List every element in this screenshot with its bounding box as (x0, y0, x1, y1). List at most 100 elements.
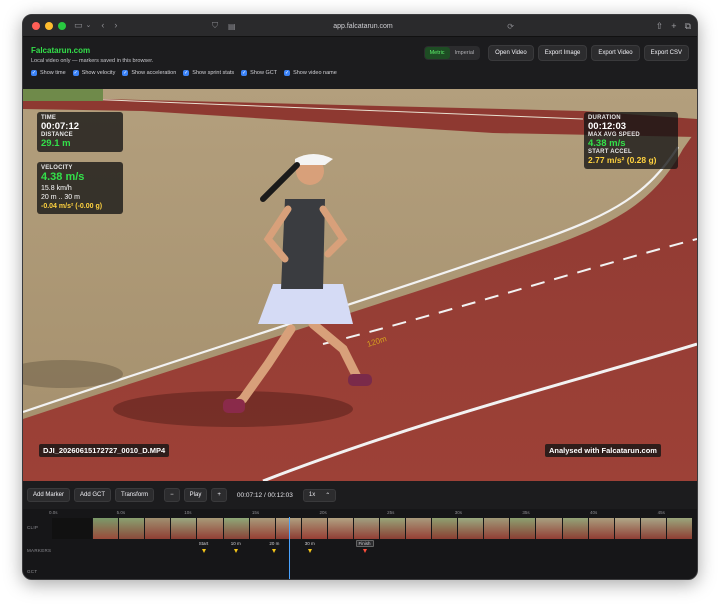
unit-toggle: Metric Imperial (423, 46, 481, 60)
clip-frame (223, 518, 249, 539)
unit-imperial[interactable]: Imperial (450, 47, 480, 59)
minimize-window-button[interactable] (45, 21, 53, 30)
ruler-tick: 40s (589, 510, 598, 515)
clip-frame (301, 518, 327, 539)
marker-label: 30 m (304, 541, 315, 546)
add-marker-button[interactable]: Add Marker (27, 488, 71, 502)
marker-label: 20 m (269, 541, 280, 546)
chevron-down-icon[interactable]: ⌄ (86, 22, 92, 29)
velocity-panel: VELOCITY 4.38 m/s 15.8 km/h 20 m .. 30 m… (37, 162, 123, 214)
marker-pin-icon (201, 549, 206, 553)
reader-icon[interactable]: ▤ (228, 22, 236, 31)
time-distance-panel: TIME 00:07:12 DISTANCE 29.1 m (37, 112, 123, 152)
chevron-left-icon[interactable]: ‹ (101, 21, 104, 30)
reload-icon[interactable]: ⟳ (507, 22, 514, 31)
marker-pin-icon (362, 549, 367, 553)
option-show-time[interactable]: ✓ Show time (31, 70, 66, 76)
play-button[interactable]: Play (183, 488, 208, 502)
clip-frame (145, 518, 171, 539)
clip-frame (52, 518, 93, 539)
clip-frame (249, 518, 275, 539)
marker-label: Start (198, 541, 209, 546)
timeline[interactable]: 0.0s 5.0s 10s 15s 20s 25s 30s 35s 40s 45… (23, 509, 697, 579)
velocity-range: 20 m .. 30 m (41, 194, 80, 201)
checkmark-icon[interactable]: ✓ (31, 70, 37, 76)
export-image-button[interactable]: Export Image (537, 45, 588, 61)
checkmark-icon[interactable]: ✓ (183, 70, 190, 76)
chevron-right-icon[interactable]: › (114, 21, 117, 30)
ruler-tick: 20s (319, 510, 327, 515)
watermark-label: Analysed with Falcatarun.com (545, 444, 661, 457)
unit-metric[interactable]: Metric (424, 47, 450, 59)
option-show-velocity[interactable]: ✓ Show velocity (72, 70, 116, 76)
checkmark-icon[interactable]: ✓ (72, 70, 79, 76)
clip-frame (484, 518, 510, 539)
option-label: Show GCT (250, 70, 278, 76)
clip-frame (197, 518, 223, 539)
marker-pin-icon (307, 549, 312, 553)
marker-pin-icon (233, 549, 238, 553)
option-show-sprint-stats[interactable]: ✓ Show sprint stats (183, 70, 234, 76)
export-csv-button[interactable]: Export CSV (643, 45, 689, 61)
chevron-updown-icon: ⌃ (325, 492, 331, 499)
tabs-overview-icon[interactable]: ⧉ (685, 20, 691, 32)
step-back-button[interactable]: − (164, 488, 180, 502)
max-speed-value: 4.38 m/s (588, 138, 626, 149)
clip-track[interactable] (52, 518, 693, 539)
checkmark-icon[interactable]: ✓ (122, 70, 129, 76)
ruler-tick: 35s (522, 510, 530, 515)
video-name-label: DJI_20260615172727_0010_D.MP4 (39, 444, 170, 457)
overlay-options: ✓ Show time ✓ Show velocity ✓ Show accelera… (31, 70, 337, 76)
close-window-button[interactable] (32, 21, 40, 30)
clip-frame (119, 518, 145, 539)
clip-frame (458, 518, 484, 539)
checkmark-icon[interactable]: ✓ (241, 70, 248, 76)
playhead[interactable] (289, 517, 290, 579)
clip-frame (406, 518, 432, 539)
option-show-video-name[interactable]: ✓ Show video name (284, 70, 337, 76)
clip-frame (510, 518, 536, 539)
option-show-gct[interactable]: ✓ Show GCT (241, 70, 277, 76)
marker-label: Finish (355, 540, 374, 547)
clip-frame (588, 518, 614, 539)
clip-frame (171, 518, 197, 539)
add-gct-button[interactable]: Add GCT (74, 488, 112, 502)
acceleration-value: -0.04 m/s² (-0.00 g) (41, 203, 103, 210)
gct-row-label: GCT (27, 569, 38, 574)
export-video-button[interactable]: Export Video (591, 45, 640, 61)
timeline-ruler[interactable]: 0.0s 5.0s 10s 15s 20s 25s 30s 35s 40s 45… (49, 509, 693, 517)
duration-value: 00:12:03 (588, 121, 627, 132)
option-label: Show time (40, 70, 66, 76)
zoom-window-button[interactable] (58, 21, 66, 30)
ruler-tick: 5.0s (116, 510, 126, 515)
clip-frame (379, 518, 406, 539)
time-value: 00:07:12 (41, 121, 80, 132)
time-display: 00:07:12 / 00:12:03 (236, 491, 293, 499)
checkmark-icon[interactable]: ✓ (284, 70, 291, 76)
step-forward-button[interactable]: + (211, 488, 227, 502)
browser-window: ▭ ⌄ ‹ › ⛉ ▤ app.falcatarun.com ⟳ ⇧ + ⧉ F… (22, 14, 698, 580)
start-accel-value: 2.77 m/s² (0.28 g) (588, 155, 657, 165)
speed-select[interactable]: 1x ⌃ (302, 488, 337, 502)
clip-row-label: CLIP (27, 525, 39, 530)
ruler-tick: 25s (387, 510, 395, 515)
app-subtitle: Local video only — markers saved in this… (31, 58, 154, 64)
ruler-tick: 15s (251, 510, 260, 515)
option-label: Show velocity (81, 70, 116, 76)
ruler-tick: 45s (657, 510, 665, 515)
markers-track[interactable]: Start 10 m 20 m 30 m Finish (49, 540, 693, 561)
option-label: Show acceleration (131, 70, 177, 76)
plus-icon[interactable]: + (671, 20, 676, 32)
velocity-kmh: 15.8 km/h (41, 185, 72, 192)
shield-icon: ⛉ (212, 21, 218, 30)
share-icon[interactable]: ⇧ (656, 20, 664, 32)
transform-button[interactable]: Transform (115, 488, 155, 502)
option-show-acceleration[interactable]: ✓ Show acceleration (122, 70, 176, 76)
clip-frame (640, 518, 666, 539)
sidebar-icon[interactable]: ▭ (74, 21, 83, 30)
address-bar[interactable]: ⛉ ▤ app.falcatarun.com ⟳ (208, 19, 518, 33)
video-canvas[interactable]: 120m TIME 00:07:12 DISTANCE 29.1 m VELOC… (23, 89, 697, 481)
browser-actions: ⇧ + ⧉ (656, 20, 691, 32)
open-video-button[interactable]: Open Video (488, 45, 534, 61)
playback-controls: Add Marker Add GCT Transform − Play + 00… (23, 481, 697, 509)
